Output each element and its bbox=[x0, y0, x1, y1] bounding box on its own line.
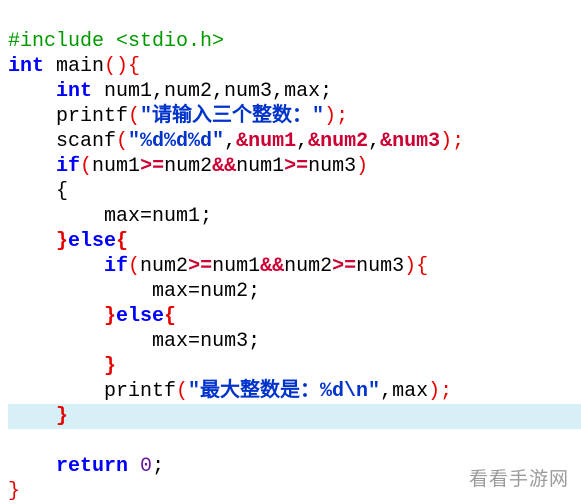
operator-ge: >= bbox=[332, 255, 356, 278]
function-call: printf bbox=[56, 105, 128, 128]
header-file: <stdio.h> bbox=[116, 30, 224, 53]
operator-and: && bbox=[260, 255, 284, 278]
address-arg: &num1 bbox=[236, 130, 296, 153]
code-line: } bbox=[8, 355, 116, 378]
function-call: scanf bbox=[56, 130, 116, 153]
brace-close: } bbox=[56, 230, 68, 253]
keyword-else: else bbox=[68, 230, 116, 253]
brace-open: { bbox=[116, 230, 128, 253]
paren-open: ( bbox=[128, 255, 140, 278]
operator-ge: >= bbox=[284, 155, 308, 178]
keyword-if: if bbox=[56, 155, 80, 178]
code-line: printf("最大整数是：%d\n",max); bbox=[8, 380, 452, 403]
code-block: #include <stdio.h> int main(){ int num1,… bbox=[8, 4, 581, 504]
keyword-return: return bbox=[56, 455, 128, 478]
code-line: int num1,num2,num3,max; bbox=[8, 80, 332, 103]
string-literal: "最大整数是：%d\n" bbox=[188, 380, 380, 403]
function-name: main bbox=[44, 55, 104, 78]
number-literal: 0 bbox=[140, 455, 152, 478]
brace-open: { bbox=[128, 55, 140, 78]
keyword-int: int bbox=[8, 55, 44, 78]
code-line: max=num1; bbox=[8, 205, 212, 228]
brace-open: { bbox=[416, 255, 428, 278]
brace-close: } bbox=[104, 305, 116, 328]
code-line: printf("请输入三个整数："); bbox=[8, 105, 348, 128]
code-line: scanf("%d%d%d",&num1,&num2,&num3); bbox=[8, 130, 464, 153]
code-line: { bbox=[8, 180, 68, 203]
keyword-int: int bbox=[56, 80, 92, 103]
keyword-else: else bbox=[116, 305, 164, 328]
paren-open: ( bbox=[176, 380, 188, 403]
paren-close: ) bbox=[356, 155, 368, 178]
code-line: max=num2; bbox=[8, 280, 260, 303]
paren-close: ); bbox=[324, 105, 348, 128]
code-line: }else{ bbox=[8, 230, 128, 253]
operator-ge: >= bbox=[188, 255, 212, 278]
code-line: if(num1>=num2&&num1>=num3) bbox=[8, 155, 368, 178]
code-line: #include <stdio.h> bbox=[8, 30, 224, 53]
address-arg: &num3 bbox=[380, 130, 440, 153]
function-call: printf bbox=[104, 380, 176, 403]
parentheses: () bbox=[104, 55, 128, 78]
code-line: }else{ bbox=[8, 305, 176, 328]
string-literal: "请输入三个整数：" bbox=[140, 105, 324, 128]
operator-and: && bbox=[212, 155, 236, 178]
code-line: return 0; bbox=[8, 455, 164, 478]
watermark-text: 看看手游网 bbox=[469, 467, 569, 492]
string-literal: "%d%d%d" bbox=[128, 130, 224, 153]
paren-close: ); bbox=[428, 380, 452, 403]
code-line: int main(){ bbox=[8, 55, 140, 78]
code-line: if(num2>=num1&&num2>=num3){ bbox=[8, 255, 428, 278]
brace-close: } bbox=[56, 405, 68, 428]
declarations: num1,num2,num3,max; bbox=[92, 80, 332, 103]
paren-open: ( bbox=[80, 155, 92, 178]
address-arg: &num2 bbox=[308, 130, 368, 153]
brace-close: } bbox=[104, 355, 116, 378]
preprocessor-directive: #include bbox=[8, 30, 116, 53]
brace-open: { bbox=[8, 180, 68, 203]
code-line: max=num3; bbox=[8, 330, 260, 353]
paren-close: ); bbox=[440, 130, 464, 153]
paren-open: ( bbox=[128, 105, 140, 128]
code-line-highlighted: } bbox=[8, 404, 581, 429]
brace-open: { bbox=[164, 305, 176, 328]
keyword-if: if bbox=[104, 255, 128, 278]
operator-ge: >= bbox=[140, 155, 164, 178]
paren-close: ) bbox=[404, 255, 416, 278]
paren-open: ( bbox=[116, 130, 128, 153]
